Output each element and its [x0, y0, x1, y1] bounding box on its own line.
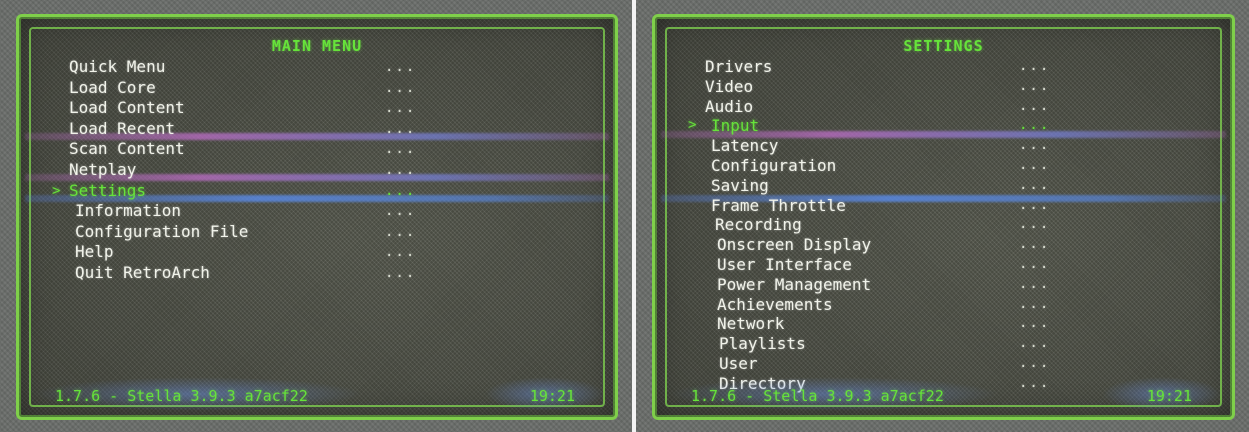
- menu-item-value: ...: [1019, 77, 1051, 94]
- menu-item-label: Settings: [69, 180, 147, 200]
- menu-item-value: ...: [1019, 335, 1051, 352]
- menu-item-label: Latency: [711, 136, 779, 156]
- menu-item-scan-content[interactable]: Scan Content...: [69, 139, 575, 160]
- menu-item-quick-menu[interactable]: Quick Menu...: [69, 57, 575, 78]
- menu-item-latency[interactable]: Latency...: [705, 136, 1192, 156]
- main-menu-list: Quick Menu... Load Core... Load Content...…: [52, 57, 575, 284]
- menu-item-value: ...: [1019, 315, 1051, 332]
- menu-item-value: ...: [1019, 255, 1051, 272]
- menu-item-help[interactable]: Help...: [69, 242, 575, 263]
- menu-item-label: Achievements: [717, 294, 833, 314]
- menu-item-settings[interactable]: > Settings...: [52, 180, 575, 202]
- menu-title: MAIN MENU: [271, 37, 363, 55]
- menu-item-user[interactable]: User...: [705, 354, 1192, 374]
- menu-item-frame-throttle[interactable]: Frame Throttle...: [705, 196, 1192, 216]
- right-screen-photo: SETTINGS Drivers... Video... Audio... > Inpu…: [636, 0, 1249, 432]
- menu-item-audio[interactable]: Audio...: [705, 97, 1192, 117]
- menu-item-label: User: [719, 353, 758, 373]
- menu-item-value: ...: [385, 182, 417, 199]
- menu-item-label: Playlists: [719, 334, 806, 354]
- menu-item-value: ...: [1019, 236, 1051, 253]
- menu-item-user-interface[interactable]: User Interface...: [705, 255, 1192, 275]
- menu-item-drivers[interactable]: Drivers...: [705, 57, 1192, 77]
- menu-item-value: ...: [385, 141, 417, 158]
- menu-item-playlists[interactable]: Playlists...: [705, 334, 1192, 354]
- crt-screen-settings: SETTINGS Drivers... Video... Audio... > Inpu…: [652, 14, 1235, 420]
- selection-cursor-icon: >: [688, 117, 697, 134]
- status-bar: 1.7.6 - Stella 3.9.3 a7acf22 19:21: [691, 385, 1192, 407]
- menu-item-label: Frame Throttle: [711, 195, 846, 215]
- menu-item-value: ...: [1019, 137, 1051, 154]
- clock-label: 19:21: [529, 387, 575, 405]
- menu-item-value: ...: [1019, 196, 1051, 213]
- menu-item-label: Video: [705, 76, 754, 96]
- menu-item-label: Load Recent: [69, 118, 175, 138]
- menu-item-label: Network: [717, 314, 785, 334]
- menu-item-value: ...: [385, 244, 417, 261]
- menu-item-label: Power Management: [717, 274, 872, 294]
- menu-item-value: ...: [1019, 97, 1051, 114]
- menu-item-label: Information: [75, 201, 181, 221]
- menu-item-label: Quick Menu: [69, 57, 166, 76]
- menu-item-label: Load Core: [69, 77, 156, 97]
- version-label: 1.7.6 - Stella 3.9.3 a7acf22: [55, 387, 308, 405]
- version-label: 1.7.6 - Stella 3.9.3 a7acf22: [691, 387, 944, 405]
- menu-item-value: ...: [385, 161, 417, 178]
- menu-item-network[interactable]: Network...: [705, 314, 1192, 334]
- menu-title: SETTINGS: [903, 37, 984, 55]
- menu-item-label: Configuration: [711, 155, 837, 175]
- menu-item-label: Netplay: [69, 159, 137, 179]
- menu-item-configuration-file[interactable]: Configuration File...: [69, 222, 575, 243]
- menu-item-saving[interactable]: Saving...: [705, 176, 1192, 196]
- menu-item-label: User Interface: [717, 254, 852, 274]
- menu-item-value: ...: [1019, 117, 1051, 134]
- menu-item-quit-retroarch[interactable]: Quit RetroArch...: [69, 263, 575, 284]
- menu-item-achievements[interactable]: Achievements...: [705, 295, 1192, 315]
- menu-item-label: Recording: [715, 215, 802, 235]
- menu-item-value: ...: [1019, 58, 1051, 74]
- menu-item-load-content[interactable]: Load Content...: [69, 98, 575, 119]
- crt-screen-main-menu: MAIN MENU Quick Menu... Load Core... Load …: [16, 14, 618, 420]
- menu-item-label: Saving: [711, 175, 769, 195]
- menu-item-value: ...: [385, 79, 417, 96]
- menu-item-input[interactable]: > Input...: [688, 116, 1192, 136]
- menu-item-load-core[interactable]: Load Core...: [69, 78, 575, 99]
- selection-cursor-icon: >: [52, 182, 61, 199]
- settings-menu-list: Drivers... Video... Audio... > Input... Laten…: [688, 57, 1192, 394]
- menu-item-value: ...: [1019, 275, 1051, 292]
- menu-item-power-management[interactable]: Power Management...: [705, 275, 1192, 295]
- menu-item-value: ...: [1019, 176, 1051, 193]
- menu-item-label: Drivers: [705, 57, 773, 76]
- menu-item-value: ...: [385, 223, 417, 240]
- menu-item-value: ...: [385, 100, 417, 117]
- menu-item-label: Help: [75, 242, 114, 262]
- menu-item-configuration[interactable]: Configuration...: [705, 156, 1192, 176]
- menu-item-value: ...: [385, 59, 417, 75]
- menu-item-onscreen-display[interactable]: Onscreen Display...: [705, 235, 1192, 255]
- menu-item-value: ...: [385, 203, 417, 220]
- menu-item-label: Onscreen Display: [717, 235, 872, 255]
- menu-item-label: Configuration File: [75, 221, 249, 241]
- menu-item-value: ...: [1019, 295, 1051, 312]
- left-screen-photo: MAIN MENU Quick Menu... Load Core... Load …: [0, 0, 632, 432]
- menu-item-value: ...: [385, 264, 417, 281]
- menu-item-value: ...: [385, 120, 417, 137]
- clock-label: 19:21: [1146, 387, 1192, 405]
- status-bar: 1.7.6 - Stella 3.9.3 a7acf22 19:21: [55, 385, 575, 407]
- menu-item-label: Scan Content: [69, 139, 185, 159]
- menu-item-value: ...: [1019, 156, 1051, 173]
- menu-item-label: Quit RetroArch: [75, 262, 210, 282]
- menu-item-video[interactable]: Video...: [705, 77, 1192, 97]
- menu-item-label: Audio: [705, 96, 754, 116]
- menu-item-load-recent[interactable]: Load Recent...: [69, 119, 575, 140]
- menu-item-value: ...: [1019, 216, 1051, 233]
- menu-item-label: Load Content: [69, 98, 185, 118]
- menu-item-value: ...: [1019, 354, 1051, 371]
- menu-item-information[interactable]: Information...: [69, 201, 575, 222]
- menu-item-recording[interactable]: Recording...: [705, 215, 1192, 235]
- menu-item-netplay[interactable]: Netplay...: [69, 160, 575, 181]
- menu-item-label: Input: [711, 116, 760, 136]
